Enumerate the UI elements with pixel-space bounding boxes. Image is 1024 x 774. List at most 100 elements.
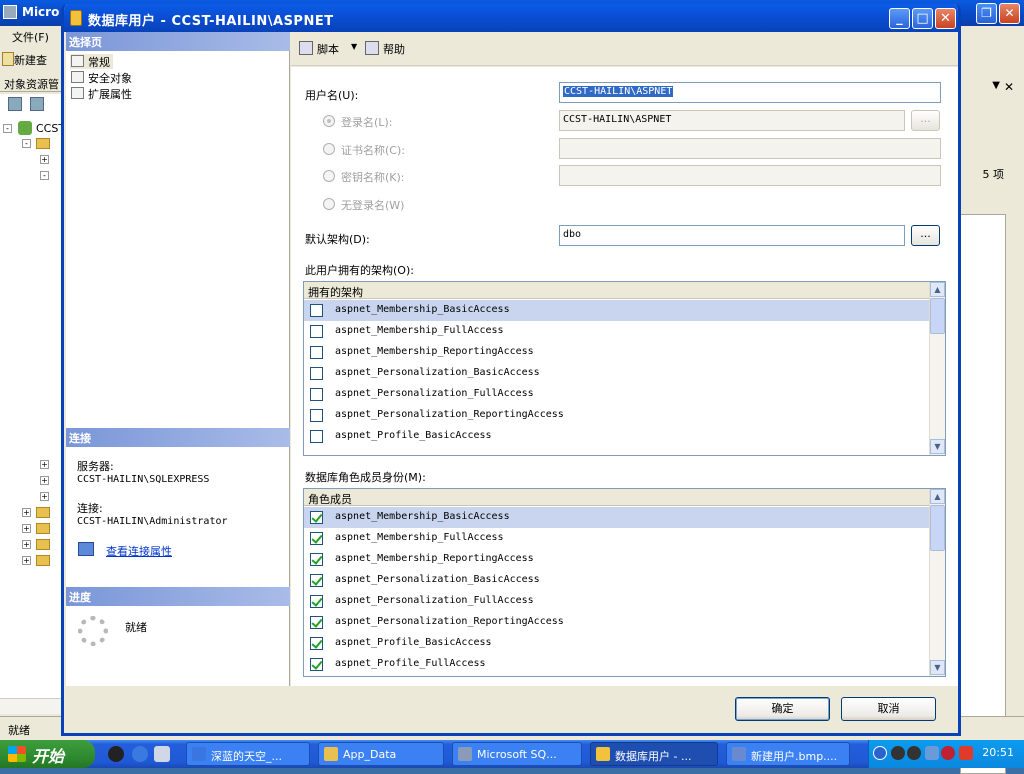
network-icon[interactable]	[925, 746, 939, 760]
schema-row[interactable]: aspnet_Personalization_BasicAccess	[304, 363, 930, 384]
new-query-button[interactable]: 新建查	[14, 52, 47, 68]
cert-name-radio[interactable]	[323, 143, 335, 155]
schema-checkbox[interactable]	[310, 367, 323, 380]
page-extended-properties[interactable]: 扩展属性	[70, 86, 135, 101]
key-name-input[interactable]	[559, 165, 941, 186]
qq-tray-icon[interactable]	[907, 746, 921, 760]
roles-scrollbar[interactable]: ▲ ▼	[929, 489, 945, 676]
role-row[interactable]: aspnet_Personalization_BasicAccess	[304, 570, 930, 591]
ssms-restore-button[interactable]: ❐	[976, 3, 997, 24]
roles-grid[interactable]: 角色成员 aspnet_Membership_BasicAccess aspnet…	[303, 488, 946, 677]
role-row[interactable]: aspnet_Personalization_ReportingAccess	[304, 612, 930, 633]
ok-button[interactable]: 确定	[735, 697, 830, 721]
expand-node-icon[interactable]: -	[40, 171, 49, 180]
key-name-radio[interactable]	[323, 170, 335, 182]
role-checkbox[interactable]	[310, 574, 323, 587]
chevron-down-icon[interactable]: ▼	[351, 42, 357, 51]
expand-node-icon[interactable]: +	[40, 476, 49, 485]
close-icon[interactable]: ✕	[1004, 80, 1014, 94]
taskbar-task[interactable]: 新建用户.bmp....	[726, 742, 850, 766]
schema-checkbox[interactable]	[310, 409, 323, 422]
summary-list[interactable]	[960, 214, 1006, 774]
login-name-radio[interactable]	[323, 115, 335, 127]
minimize-button[interactable]: _	[889, 8, 910, 29]
connect-icon[interactable]	[8, 97, 22, 111]
default-schema-input[interactable]: dbo	[559, 225, 905, 246]
expand-node-icon[interactable]: +	[40, 492, 49, 501]
role-row[interactable]: aspnet_Profile_BasicAccess	[304, 633, 930, 654]
username-input[interactable]: CCST-HAILIN\ASPNET	[559, 82, 941, 103]
expand-node-icon[interactable]: +	[22, 508, 31, 517]
page-general[interactable]: 常规	[70, 54, 113, 69]
object-explorer-tree[interactable]: - CCST - + - + + + + + + +	[0, 94, 65, 714]
qq-tray-icon[interactable]	[891, 746, 905, 760]
dialog-title-bar[interactable]: 数据库用户 - CCST-HAILIN\ASPNET _ □ ✕	[64, 4, 958, 32]
scroll-thumb[interactable]	[930, 505, 945, 551]
script-button[interactable]: 脚本	[299, 41, 339, 57]
scroll-down-icon[interactable]: ▼	[930, 439, 945, 454]
taskbar-task[interactable]: 数据库用户 - ...	[590, 742, 718, 766]
ssms-close-button[interactable]: ✕	[999, 3, 1020, 24]
cancel-button[interactable]: 取消	[841, 697, 936, 721]
scroll-down-icon[interactable]: ▼	[930, 660, 945, 675]
schema-row[interactable]: aspnet_Personalization_FullAccess	[304, 384, 930, 405]
role-row[interactable]: aspnet_Membership_BasicAccess	[304, 507, 930, 528]
maximize-button[interactable]: □	[912, 8, 933, 29]
role-checkbox[interactable]	[310, 616, 323, 629]
scroll-up-icon[interactable]: ▲	[930, 282, 945, 297]
schema-row[interactable]: aspnet_Membership_FullAccess	[304, 321, 930, 342]
role-checkbox[interactable]	[310, 637, 323, 650]
schema-row[interactable]: aspnet_Personalization_ReportingAccess	[304, 405, 930, 426]
role-checkbox[interactable]	[310, 553, 323, 566]
expand-node-icon[interactable]: +	[22, 556, 31, 565]
role-checkbox[interactable]	[310, 595, 323, 608]
schema-checkbox[interactable]	[310, 430, 323, 443]
disconnect-icon[interactable]	[30, 97, 44, 111]
expand-node-icon[interactable]: -	[3, 124, 12, 133]
page-securables[interactable]: 安全对象	[70, 70, 135, 85]
schema-row[interactable]: aspnet_Membership_ReportingAccess	[304, 342, 930, 363]
schema-row[interactable]: aspnet_Membership_BasicAccess	[304, 300, 930, 321]
no-login-radio[interactable]	[323, 198, 335, 210]
security-shield-icon[interactable]	[941, 746, 955, 760]
schema-row[interactable]: aspnet_Profile_BasicAccess	[304, 426, 930, 447]
view-connection-properties-link[interactable]: 查看连接属性	[106, 543, 172, 559]
login-name-browse-button[interactable]: ...	[911, 110, 940, 131]
schema-checkbox[interactable]	[310, 388, 323, 401]
menu-file[interactable]: 文件(F)	[12, 29, 49, 45]
expand-node-icon[interactable]: +	[22, 524, 31, 533]
schema-checkbox[interactable]	[310, 346, 323, 359]
default-schema-browse-button[interactable]: ...	[911, 225, 940, 246]
qq-icon[interactable]	[108, 746, 124, 762]
scroll-up-icon[interactable]: ▲	[930, 489, 945, 504]
role-row[interactable]: aspnet_Personalization_FullAccess	[304, 591, 930, 612]
close-button[interactable]: ✕	[935, 8, 956, 29]
role-checkbox[interactable]	[310, 658, 323, 671]
cert-name-input[interactable]	[559, 138, 941, 159]
desktop-icon[interactable]	[154, 746, 170, 762]
start-button[interactable]: 开始	[0, 740, 95, 768]
ie-icon[interactable]	[132, 746, 148, 762]
role-row[interactable]: aspnet_Membership_ReportingAccess	[304, 549, 930, 570]
role-row[interactable]: aspnet_Membership_FullAccess	[304, 528, 930, 549]
schema-checkbox[interactable]	[310, 325, 323, 338]
schema-checkbox[interactable]	[310, 304, 323, 317]
owned-schemas-scrollbar[interactable]: ▲ ▼	[929, 282, 945, 455]
expand-node-icon[interactable]: +	[22, 540, 31, 549]
expand-node-icon[interactable]: +	[40, 155, 49, 164]
owned-schemas-grid[interactable]: 拥有的架构 aspnet_Membership_BasicAccess aspne…	[303, 281, 946, 456]
taskbar-task[interactable]: App_Data	[318, 742, 444, 766]
tray-expand-icon[interactable]	[873, 746, 887, 760]
antivirus-icon[interactable]	[959, 746, 973, 760]
taskbar-task[interactable]: Microsoft SQ...	[452, 742, 582, 766]
object-explorer-hscroll[interactable]	[0, 698, 62, 714]
expand-node-icon[interactable]: +	[40, 460, 49, 469]
role-checkbox[interactable]	[310, 532, 323, 545]
login-name-input[interactable]: CCST-HAILIN\ASPNET	[559, 110, 905, 131]
taskbar-task[interactable]: 深蓝的天空_...	[186, 742, 310, 766]
chevron-down-icon[interactable]: ▼	[992, 80, 1000, 91]
expand-node-icon[interactable]: -	[22, 139, 31, 148]
role-checkbox[interactable]	[310, 511, 323, 524]
help-button[interactable]: 帮助	[365, 41, 405, 57]
role-row[interactable]: aspnet_Profile_FullAccess	[304, 654, 930, 675]
